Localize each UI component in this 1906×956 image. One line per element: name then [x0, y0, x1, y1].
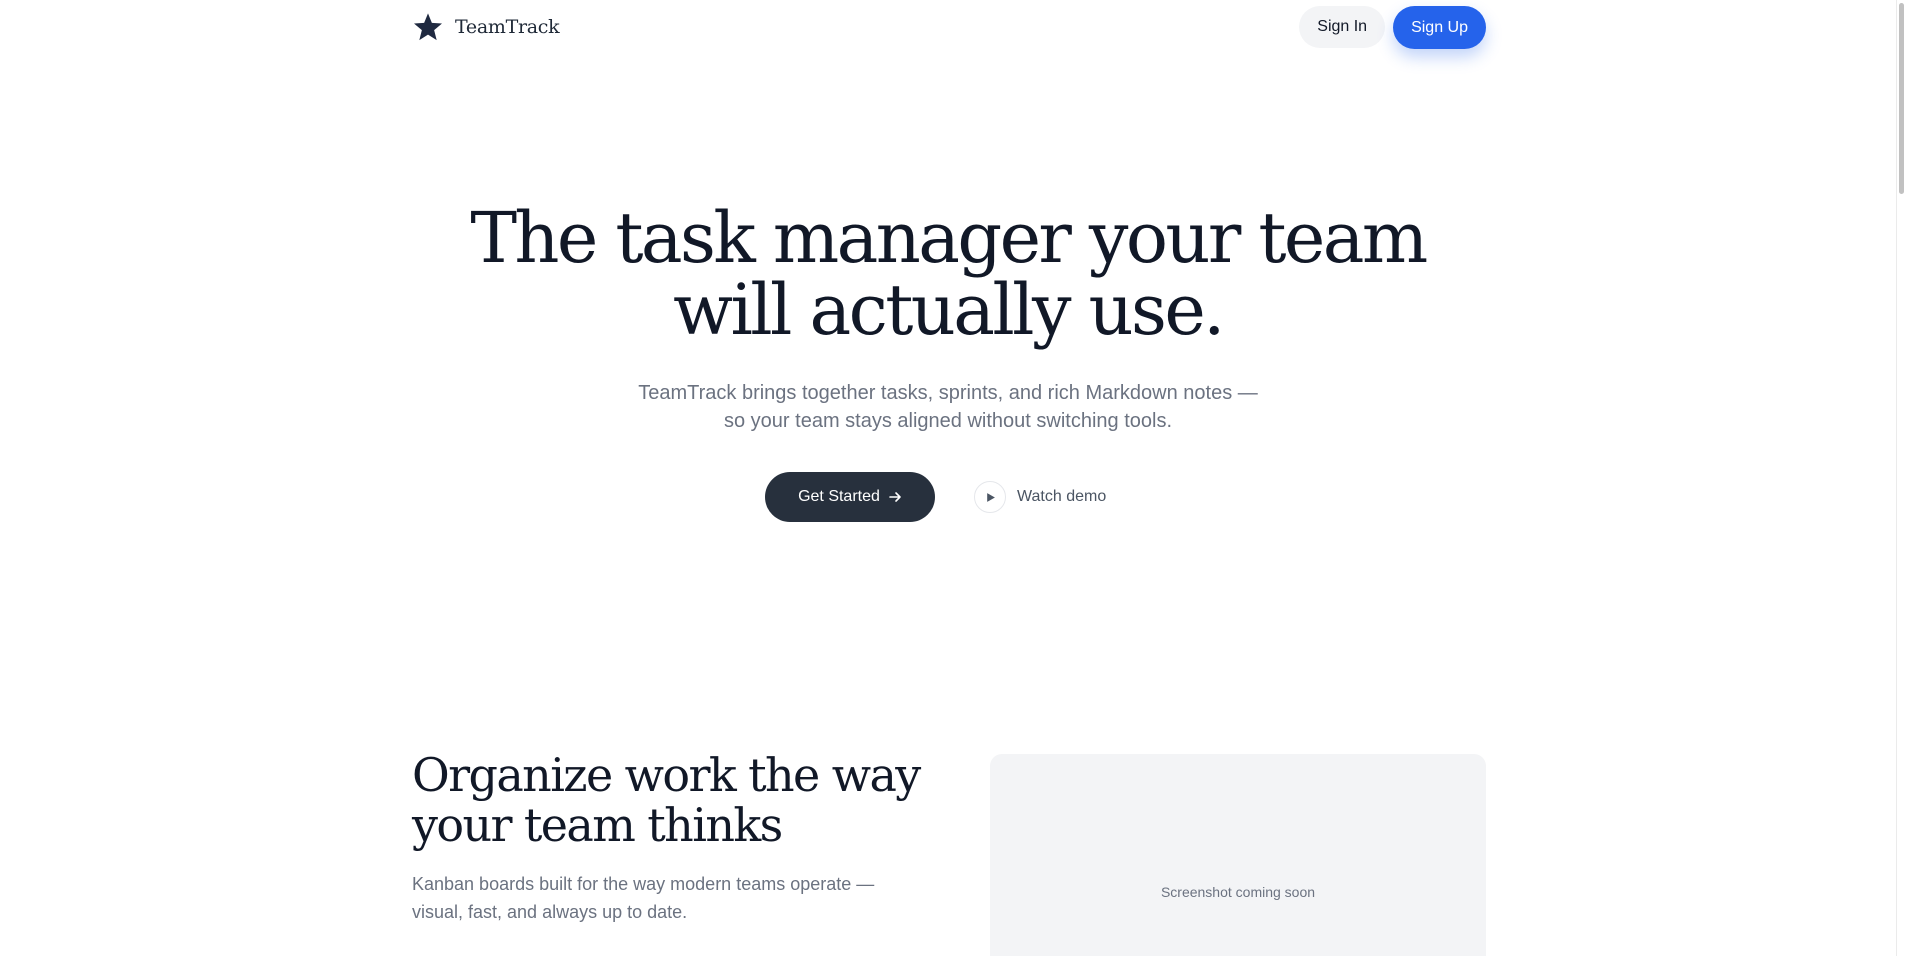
- page-scrollbar[interactable]: [1896, 0, 1906, 956]
- hero-actions: Get Started Watch demo: [765, 472, 1106, 522]
- arrow-right-icon: [889, 492, 901, 502]
- star-icon: [414, 13, 442, 41]
- feature-title-line-2: your team thinks: [412, 798, 783, 852]
- screenshot-placeholder-label: Screenshot coming soon: [1160, 884, 1316, 900]
- play-button-circle: [974, 481, 1006, 513]
- hero-title: The task manager your team will actually…: [0, 202, 1896, 346]
- screenshot-placeholder: Screenshot coming soon: [990, 754, 1486, 956]
- site-header: TeamTrack Sign In Sign Up: [412, 6, 1486, 49]
- feature-title: Organize work the way your team thinks: [412, 750, 932, 850]
- feature-title-line-1: Organize work the way: [412, 748, 921, 802]
- scrollbar-thumb[interactable]: [1899, 3, 1904, 194]
- sign-in-button[interactable]: Sign In: [1299, 6, 1386, 48]
- feature-description-line-1: Kanban boards built for the way modern t…: [412, 874, 875, 894]
- get-started-button[interactable]: Get Started: [765, 472, 935, 522]
- hero-subtitle-line-2: so your team stays aligned without switc…: [724, 410, 1172, 432]
- feature-description: Kanban boards built for the way modern t…: [412, 870, 932, 926]
- brand-name: TeamTrack: [455, 16, 560, 38]
- hero-subtitle-line-1: TeamTrack brings together tasks, sprints…: [638, 382, 1258, 404]
- play-icon: [986, 492, 995, 502]
- brand-logo-link[interactable]: TeamTrack: [412, 6, 560, 48]
- watch-demo-label: Watch demo: [1017, 488, 1107, 505]
- get-started-label: Get Started: [798, 488, 880, 505]
- hero-subtitle: TeamTrack brings together tasks, sprints…: [0, 379, 1896, 435]
- landing-page: TeamTrack Sign In Sign Up The task manag…: [0, 0, 1906, 956]
- header-actions: Sign In Sign Up: [1299, 6, 1486, 49]
- sign-up-button[interactable]: Sign Up: [1393, 6, 1486, 49]
- watch-demo-link[interactable]: Watch demo: [974, 481, 1106, 513]
- hero-title-line-2: will actually use.: [673, 269, 1225, 351]
- feature-description-line-2: visual, fast, and always up to date.: [412, 902, 688, 922]
- hero-title-line-1: The task manager your team: [470, 197, 1428, 279]
